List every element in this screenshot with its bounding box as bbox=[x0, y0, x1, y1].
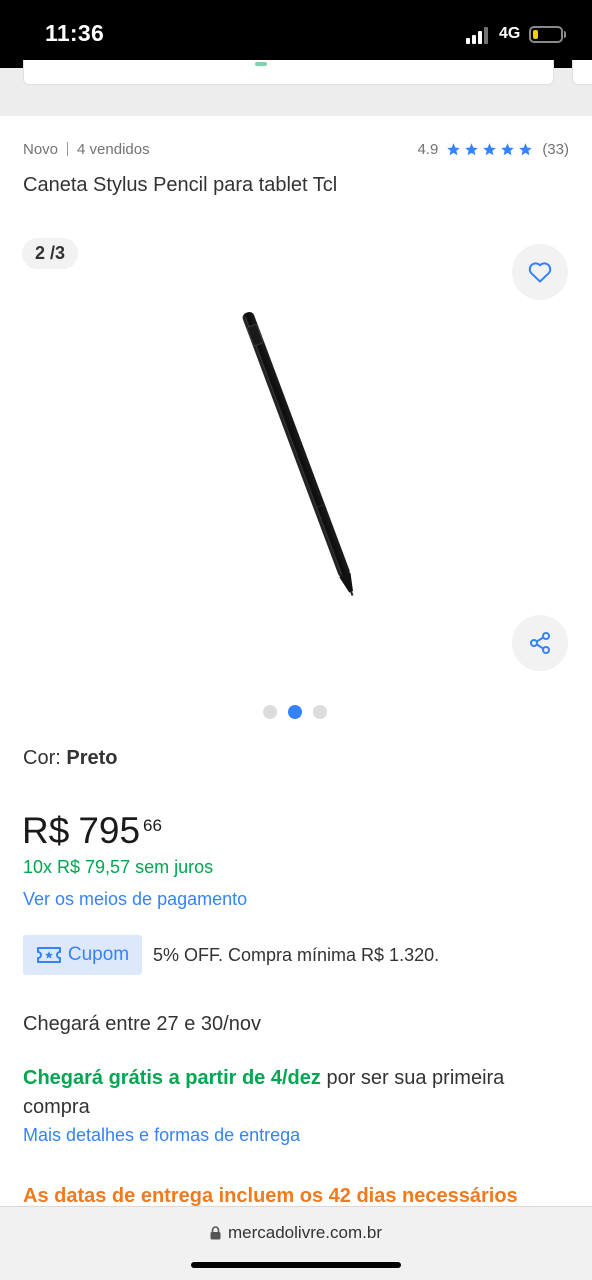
url-text: mercadolivre.com.br bbox=[228, 1223, 382, 1242]
browser-bar bbox=[0, 1206, 592, 1280]
review-count: (33) bbox=[542, 141, 569, 158]
product-meta: Novo 4 vendidos bbox=[23, 141, 150, 158]
condition-label: Novo bbox=[23, 141, 59, 158]
color-label: Cor: bbox=[23, 747, 61, 769]
heart-icon bbox=[528, 262, 552, 283]
signal-icon bbox=[466, 27, 492, 44]
free-shipping-info: Chegará grátis a partir de 4/dez por ser… bbox=[23, 1064, 568, 1122]
battery-cap bbox=[564, 31, 566, 38]
color-value: Preto bbox=[66, 747, 118, 769]
price: R$ 795 66 bbox=[22, 810, 162, 852]
delivery-warning: As datas de entrega incluem os 42 dias n… bbox=[23, 1185, 518, 1207]
delivery-details-link[interactable]: Mais detalhes e formas de entrega bbox=[23, 1125, 300, 1146]
rating-stars bbox=[446, 142, 536, 157]
rating-value: 4.9 bbox=[417, 141, 439, 158]
price-integer: 795 bbox=[78, 810, 141, 851]
coupon-description: 5% OFF. Compra mínima R$ 1.320. bbox=[153, 945, 440, 965]
delivery-estimate: Chegará entre 27 e 30/nov bbox=[23, 1013, 261, 1035]
star-icon bbox=[465, 143, 479, 156]
product-image[interactable] bbox=[200, 295, 400, 615]
share-button[interactable] bbox=[512, 615, 568, 671]
coupon-badge[interactable]: Cupom bbox=[23, 935, 142, 975]
battery-icon bbox=[529, 26, 563, 43]
price-currency: R$ bbox=[22, 810, 70, 851]
previous-card[interactable] bbox=[23, 60, 554, 85]
sold-count: 4 vendidos bbox=[77, 141, 150, 158]
pagination-dot[interactable] bbox=[313, 705, 327, 719]
star-icon bbox=[501, 143, 515, 156]
address-bar[interactable]: mercadolivre.com.br bbox=[0, 1223, 592, 1243]
gallery-counter: 2 /3 bbox=[22, 238, 78, 269]
free-shipping-highlight: Chegará grátis a partir de 4/dez bbox=[23, 1067, 321, 1089]
pagination-dot[interactable] bbox=[263, 705, 277, 719]
meta-divider bbox=[67, 142, 69, 156]
rating-summary[interactable]: 4.9 (33) bbox=[417, 141, 569, 158]
ticket-icon bbox=[36, 947, 61, 963]
star-icon bbox=[483, 143, 497, 156]
gallery-pagination bbox=[263, 705, 338, 719]
previous-card-edge bbox=[572, 60, 592, 85]
status-time: 11:36 bbox=[45, 20, 105, 46]
card-text-fragment bbox=[255, 62, 267, 66]
home-indicator[interactable] bbox=[191, 1262, 401, 1268]
star-icon bbox=[519, 143, 533, 156]
share-icon bbox=[530, 632, 550, 654]
price-cents: 66 bbox=[143, 816, 162, 835]
network-label: 4G bbox=[499, 25, 521, 42]
coupon-label: Cupom bbox=[67, 944, 130, 965]
star-icon bbox=[447, 143, 461, 156]
installments-text: 10x R$ 79,57 sem juros bbox=[23, 857, 214, 877]
color-selector[interactable]: Cor: Preto bbox=[23, 747, 117, 770]
lock-icon bbox=[210, 1226, 221, 1240]
payment-methods-link[interactable]: Ver os meios de pagamento bbox=[23, 889, 247, 910]
product-title: Caneta Stylus Pencil para tablet Tcl bbox=[23, 174, 338, 196]
pagination-dot-active[interactable] bbox=[288, 705, 302, 719]
favorite-button[interactable] bbox=[512, 244, 568, 300]
